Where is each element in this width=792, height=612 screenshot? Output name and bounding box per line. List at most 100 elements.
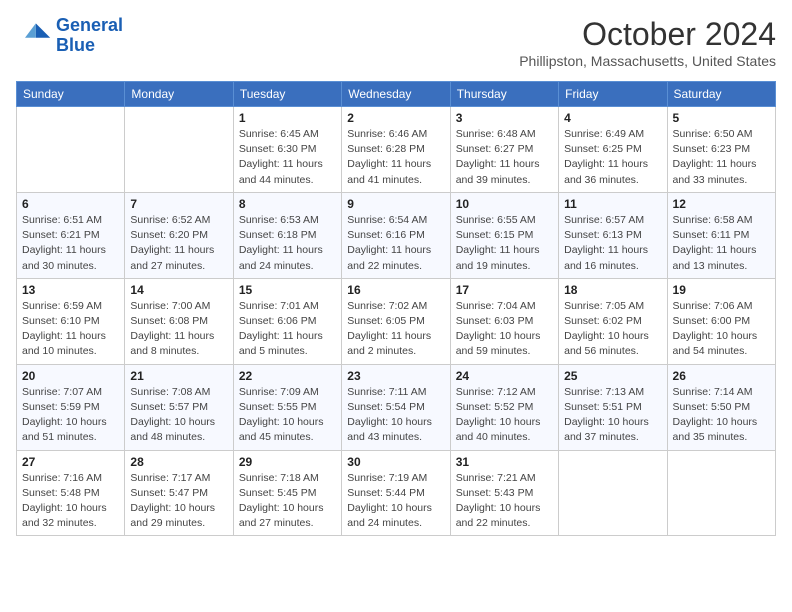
day-info: Sunrise: 6:51 AMSunset: 6:21 PMDaylight:… [22, 213, 119, 274]
calendar-cell: 23 Sunrise: 7:11 AMSunset: 5:54 PMDayligh… [342, 364, 450, 450]
day-number: 17 [456, 283, 553, 297]
logo-text: General Blue [56, 16, 123, 56]
day-info: Sunrise: 7:08 AMSunset: 5:57 PMDaylight:… [130, 385, 227, 446]
day-number: 10 [456, 197, 553, 211]
month-title: October 2024 [519, 16, 776, 53]
logo: General Blue [16, 16, 123, 56]
calendar-cell: 16Sunrise: 7:02 AMSunset: 6:05 PMDayligh… [342, 278, 450, 364]
calendar-cell: 18Sunrise: 7:05 AMSunset: 6:02 PMDayligh… [559, 278, 667, 364]
calendar-cell: 7 Sunrise: 6:52 AMSunset: 6:20 PMDaylight… [125, 192, 233, 278]
day-info: Sunrise: 7:17 AMSunset: 5:47 PMDaylight:… [130, 471, 227, 532]
day-of-week-header: Monday [125, 82, 233, 107]
day-number: 27 [22, 455, 119, 469]
day-info: Sunrise: 7:07 AMSunset: 5:59 PMDaylight:… [22, 385, 119, 446]
page-header: General Blue October 2024 Phillipston, M… [16, 16, 776, 69]
location: Phillipston, Massachusetts, United State… [519, 53, 776, 69]
calendar-cell: 5 Sunrise: 6:50 AMSunset: 6:23 PMDaylight… [667, 107, 775, 193]
day-number: 21 [130, 369, 227, 383]
day-number: 2 [347, 111, 444, 125]
day-number: 8 [239, 197, 336, 211]
day-info: Sunrise: 7:04 AMSunset: 6:03 PMDaylight:… [456, 299, 553, 360]
day-of-week-header: Tuesday [233, 82, 341, 107]
day-number: 11 [564, 197, 661, 211]
day-number: 12 [673, 197, 770, 211]
calendar-cell: 28 Sunrise: 7:17 AMSunset: 5:47 PMDayligh… [125, 450, 233, 536]
day-number: 18 [564, 283, 661, 297]
calendar-cell: 11 Sunrise: 6:57 AMSunset: 6:13 PMDayligh… [559, 192, 667, 278]
calendar-cell: 17 Sunrise: 7:04 AMSunset: 6:03 PMDayligh… [450, 278, 558, 364]
calendar-cell: 2 Sunrise: 6:46 AMSunset: 6:28 PMDaylight… [342, 107, 450, 193]
calendar-cell: 22Sunrise: 7:09 AMSunset: 5:55 PMDayligh… [233, 364, 341, 450]
calendar-cell: 21 Sunrise: 7:08 AMSunset: 5:57 PMDayligh… [125, 364, 233, 450]
day-info: Sunrise: 6:57 AMSunset: 6:13 PMDaylight:… [564, 213, 661, 274]
calendar-cell: 30 Sunrise: 7:19 AMSunset: 5:44 PMDayligh… [342, 450, 450, 536]
day-of-week-header: Saturday [667, 82, 775, 107]
day-info: Sunrise: 7:06 AMSunset: 6:00 PMDaylight:… [673, 299, 770, 360]
day-number: 20 [22, 369, 119, 383]
day-number: 15 [239, 283, 336, 297]
day-number: 6 [22, 197, 119, 211]
day-number: 19 [673, 283, 770, 297]
calendar-cell: 20 Sunrise: 7:07 AMSunset: 5:59 PMDayligh… [17, 364, 125, 450]
day-info: Sunrise: 6:48 AMSunset: 6:27 PMDaylight:… [456, 127, 553, 188]
day-info: Sunrise: 7:14 AMSunset: 5:50 PMDaylight:… [673, 385, 770, 446]
day-number: 4 [564, 111, 661, 125]
day-of-week-header: Friday [559, 82, 667, 107]
day-number: 23 [347, 369, 444, 383]
calendar-cell: 10 Sunrise: 6:55 AMSunset: 6:15 PMDayligh… [450, 192, 558, 278]
day-info: Sunrise: 7:16 AMSunset: 5:48 PMDaylight:… [22, 471, 119, 532]
day-number: 24 [456, 369, 553, 383]
day-info: Sunrise: 6:54 AMSunset: 6:16 PMDaylight:… [347, 213, 444, 274]
day-number: 31 [456, 455, 553, 469]
calendar-cell [559, 450, 667, 536]
day-info: Sunrise: 7:19 AMSunset: 5:44 PMDaylight:… [347, 471, 444, 532]
day-info: Sunrise: 7:02 AMSunset: 6:05 PMDaylight:… [347, 299, 444, 360]
day-number: 9 [347, 197, 444, 211]
calendar-cell: 1 Sunrise: 6:45 AMSunset: 6:30 PMDaylight… [233, 107, 341, 193]
calendar-cell [125, 107, 233, 193]
day-of-week-header: Wednesday [342, 82, 450, 107]
calendar-cell: 27 Sunrise: 7:16 AMSunset: 5:48 PMDayligh… [17, 450, 125, 536]
day-info: Sunrise: 7:00 AMSunset: 6:08 PMDaylight:… [130, 299, 227, 360]
day-number: 7 [130, 197, 227, 211]
day-number: 3 [456, 111, 553, 125]
day-number: 28 [130, 455, 227, 469]
calendar-cell [17, 107, 125, 193]
calendar-cell: 15 Sunrise: 7:01 AMSunset: 6:06 PMDayligh… [233, 278, 341, 364]
day-info: Sunrise: 6:59 AMSunset: 6:10 PMDaylight:… [22, 299, 119, 360]
day-number: 25 [564, 369, 661, 383]
day-number: 14 [130, 283, 227, 297]
day-info: Sunrise: 7:01 AMSunset: 6:06 PMDaylight:… [239, 299, 336, 360]
calendar-cell: 4 Sunrise: 6:49 AMSunset: 6:25 PMDaylight… [559, 107, 667, 193]
day-info: Sunrise: 6:55 AMSunset: 6:15 PMDaylight:… [456, 213, 553, 274]
day-number: 29 [239, 455, 336, 469]
calendar-cell: 14 Sunrise: 7:00 AMSunset: 6:08 PMDayligh… [125, 278, 233, 364]
day-info: Sunrise: 6:49 AMSunset: 6:25 PMDaylight:… [564, 127, 661, 188]
day-info: Sunrise: 7:09 AMSunset: 5:55 PMDaylight:… [239, 385, 336, 446]
calendar-cell: 24Sunrise: 7:12 AMSunset: 5:52 PMDayligh… [450, 364, 558, 450]
day-info: Sunrise: 6:50 AMSunset: 6:23 PMDaylight:… [673, 127, 770, 188]
day-info: Sunrise: 6:46 AMSunset: 6:28 PMDaylight:… [347, 127, 444, 188]
calendar-cell: 3 Sunrise: 6:48 AMSunset: 6:27 PMDaylight… [450, 107, 558, 193]
title-block: October 2024 Phillipston, Massachusetts,… [519, 16, 776, 69]
calendar-cell: 29 Sunrise: 7:18 AMSunset: 5:45 PMDayligh… [233, 450, 341, 536]
calendar-cell: 12Sunrise: 6:58 AMSunset: 6:11 PMDayligh… [667, 192, 775, 278]
day-number: 5 [673, 111, 770, 125]
day-of-week-header: Thursday [450, 82, 558, 107]
day-info: Sunrise: 7:18 AMSunset: 5:45 PMDaylight:… [239, 471, 336, 532]
calendar-cell [667, 450, 775, 536]
day-number: 13 [22, 283, 119, 297]
calendar-cell: 6 Sunrise: 6:51 AMSunset: 6:21 PMDaylight… [17, 192, 125, 278]
calendar-cell: 26Sunrise: 7:14 AMSunset: 5:50 PMDayligh… [667, 364, 775, 450]
day-info: Sunrise: 6:45 AMSunset: 6:30 PMDaylight:… [239, 127, 336, 188]
day-info: Sunrise: 6:52 AMSunset: 6:20 PMDaylight:… [130, 213, 227, 274]
calendar-table: SundayMondayTuesdayWednesdayThursdayFrid… [16, 81, 776, 536]
day-number: 30 [347, 455, 444, 469]
day-info: Sunrise: 7:21 AMSunset: 5:43 PMDaylight:… [456, 471, 553, 532]
day-info: Sunrise: 6:53 AMSunset: 6:18 PMDaylight:… [239, 213, 336, 274]
calendar-cell: 19 Sunrise: 7:06 AMSunset: 6:00 PMDayligh… [667, 278, 775, 364]
day-number: 1 [239, 111, 336, 125]
calendar-cell: 9 Sunrise: 6:54 AMSunset: 6:16 PMDaylight… [342, 192, 450, 278]
day-info: Sunrise: 7:11 AMSunset: 5:54 PMDaylight:… [347, 385, 444, 446]
calendar-cell: 31 Sunrise: 7:21 AMSunset: 5:43 PMDayligh… [450, 450, 558, 536]
